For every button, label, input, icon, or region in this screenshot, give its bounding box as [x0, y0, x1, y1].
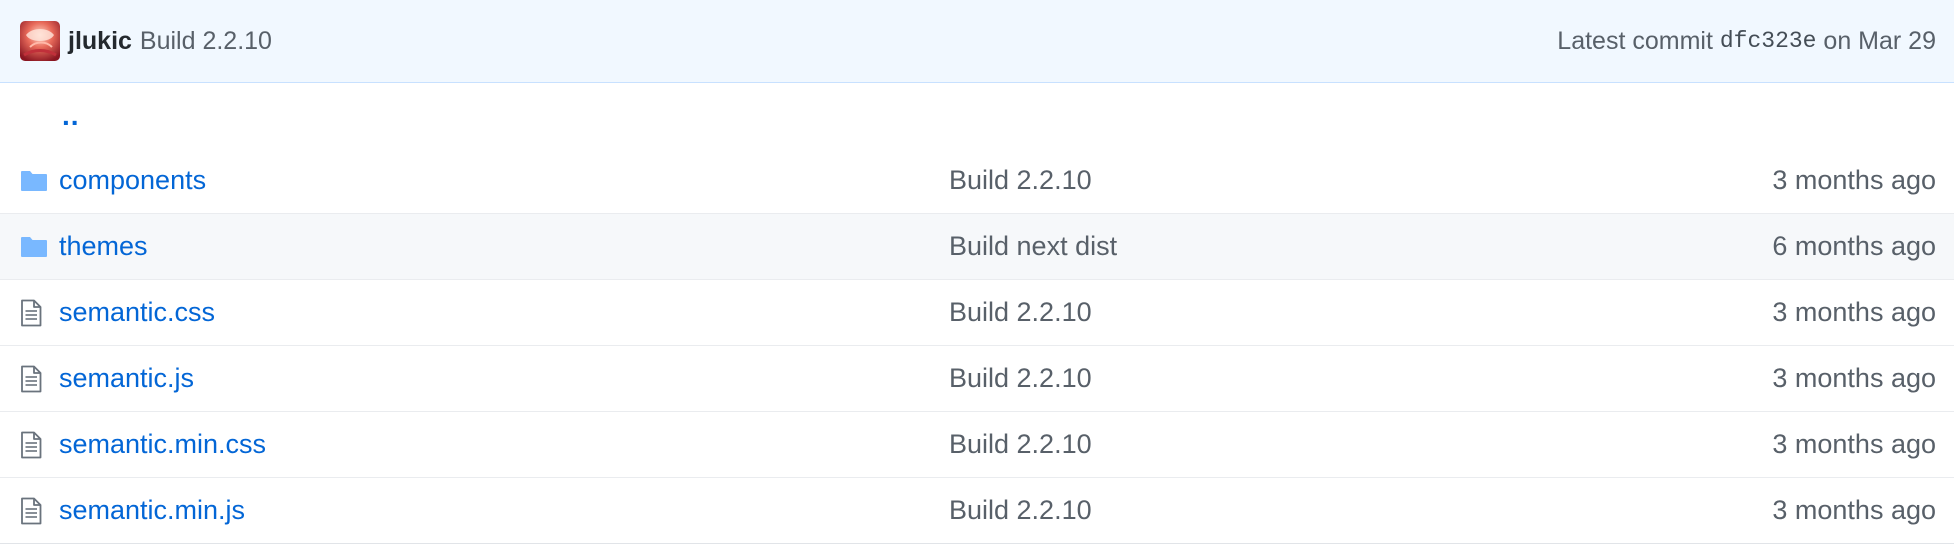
- file-name-link[interactable]: semantic.css: [59, 297, 215, 327]
- commit-message-link[interactable]: Build 2.2.10: [140, 27, 272, 56]
- commit-message-cell: Build 2.2.10: [949, 363, 1772, 394]
- file-table: .. components Build 2.2.10 3 months ago …: [0, 83, 1954, 543]
- file-name-cell: components: [59, 165, 949, 196]
- file-name-cell: semantic.js: [59, 363, 949, 394]
- commit-message-cell: Build next dist: [949, 231, 1772, 262]
- author-avatar[interactable]: [20, 21, 60, 61]
- file-row-components: components Build 2.2.10 3 months ago: [0, 148, 1954, 213]
- file-commit-message-link[interactable]: Build 2.2.10: [949, 429, 1092, 459]
- file-commit-message-link[interactable]: Build 2.2.10: [949, 297, 1092, 327]
- file-name-link[interactable]: semantic.min.css: [59, 429, 266, 459]
- file-name-cell: semantic.min.js: [59, 495, 949, 526]
- file-commit-message-link[interactable]: Build 2.2.10: [949, 495, 1092, 525]
- commit-age: 3 months ago: [1772, 495, 1936, 525]
- file-name-link[interactable]: components: [59, 165, 206, 195]
- file-name-link[interactable]: themes: [59, 231, 148, 261]
- folder-icon: [20, 231, 48, 263]
- commit-author-link[interactable]: jlukic: [68, 27, 132, 56]
- file-commit-message-link[interactable]: Build next dist: [949, 231, 1117, 261]
- file-icon: [20, 297, 48, 329]
- file-row-themes: themes Build next dist 6 months ago: [0, 213, 1954, 279]
- commit-age: 6 months ago: [1772, 231, 1936, 261]
- file-row-semantic-min-css: semantic.min.css Build 2.2.10 3 months a…: [0, 411, 1954, 477]
- file-icon: [20, 429, 48, 461]
- file-icon: [20, 363, 48, 395]
- file-icon: [20, 495, 48, 527]
- file-name-link[interactable]: semantic.js: [59, 363, 194, 393]
- commit-age: 3 months ago: [1772, 297, 1936, 327]
- file-name-cell: themes: [59, 231, 949, 262]
- parent-directory-link[interactable]: ..: [62, 100, 80, 132]
- commit-message-cell: Build 2.2.10: [949, 495, 1772, 526]
- commit-message-cell: Build 2.2.10: [949, 297, 1772, 328]
- commit-message-cell: Build 2.2.10: [949, 165, 1772, 196]
- commit-message-cell: Build 2.2.10: [949, 429, 1772, 460]
- file-name-cell: semantic.css: [59, 297, 949, 328]
- file-commit-message-link[interactable]: Build 2.2.10: [949, 165, 1092, 195]
- file-row-semantic-js: semantic.js Build 2.2.10 3 months ago: [0, 345, 1954, 411]
- file-row-semantic-min-js: semantic.min.js Build 2.2.10 3 months ag…: [0, 477, 1954, 543]
- folder-icon: [20, 165, 48, 197]
- latest-commit-bar: jlukic Build 2.2.10 Latest commit dfc323…: [0, 0, 1954, 83]
- parent-directory-row: ..: [0, 83, 1954, 148]
- commit-sha-link[interactable]: dfc323e: [1720, 28, 1817, 54]
- file-commit-message-link[interactable]: Build 2.2.10: [949, 363, 1092, 393]
- commit-meta: Latest commit dfc323e on Mar 29: [1557, 27, 1936, 56]
- commit-date: on Mar 29: [1816, 26, 1936, 55]
- file-name-link[interactable]: semantic.min.js: [59, 495, 245, 525]
- commit-age: 3 months ago: [1772, 429, 1936, 459]
- commit-age: 3 months ago: [1772, 363, 1936, 393]
- file-row-semantic-css: semantic.css Build 2.2.10 3 months ago: [0, 279, 1954, 345]
- file-list: jlukic Build 2.2.10 Latest commit dfc323…: [0, 0, 1954, 544]
- file-name-cell: semantic.min.css: [59, 429, 949, 460]
- latest-commit-label: Latest commit: [1557, 26, 1720, 55]
- commit-age: 3 months ago: [1772, 165, 1936, 195]
